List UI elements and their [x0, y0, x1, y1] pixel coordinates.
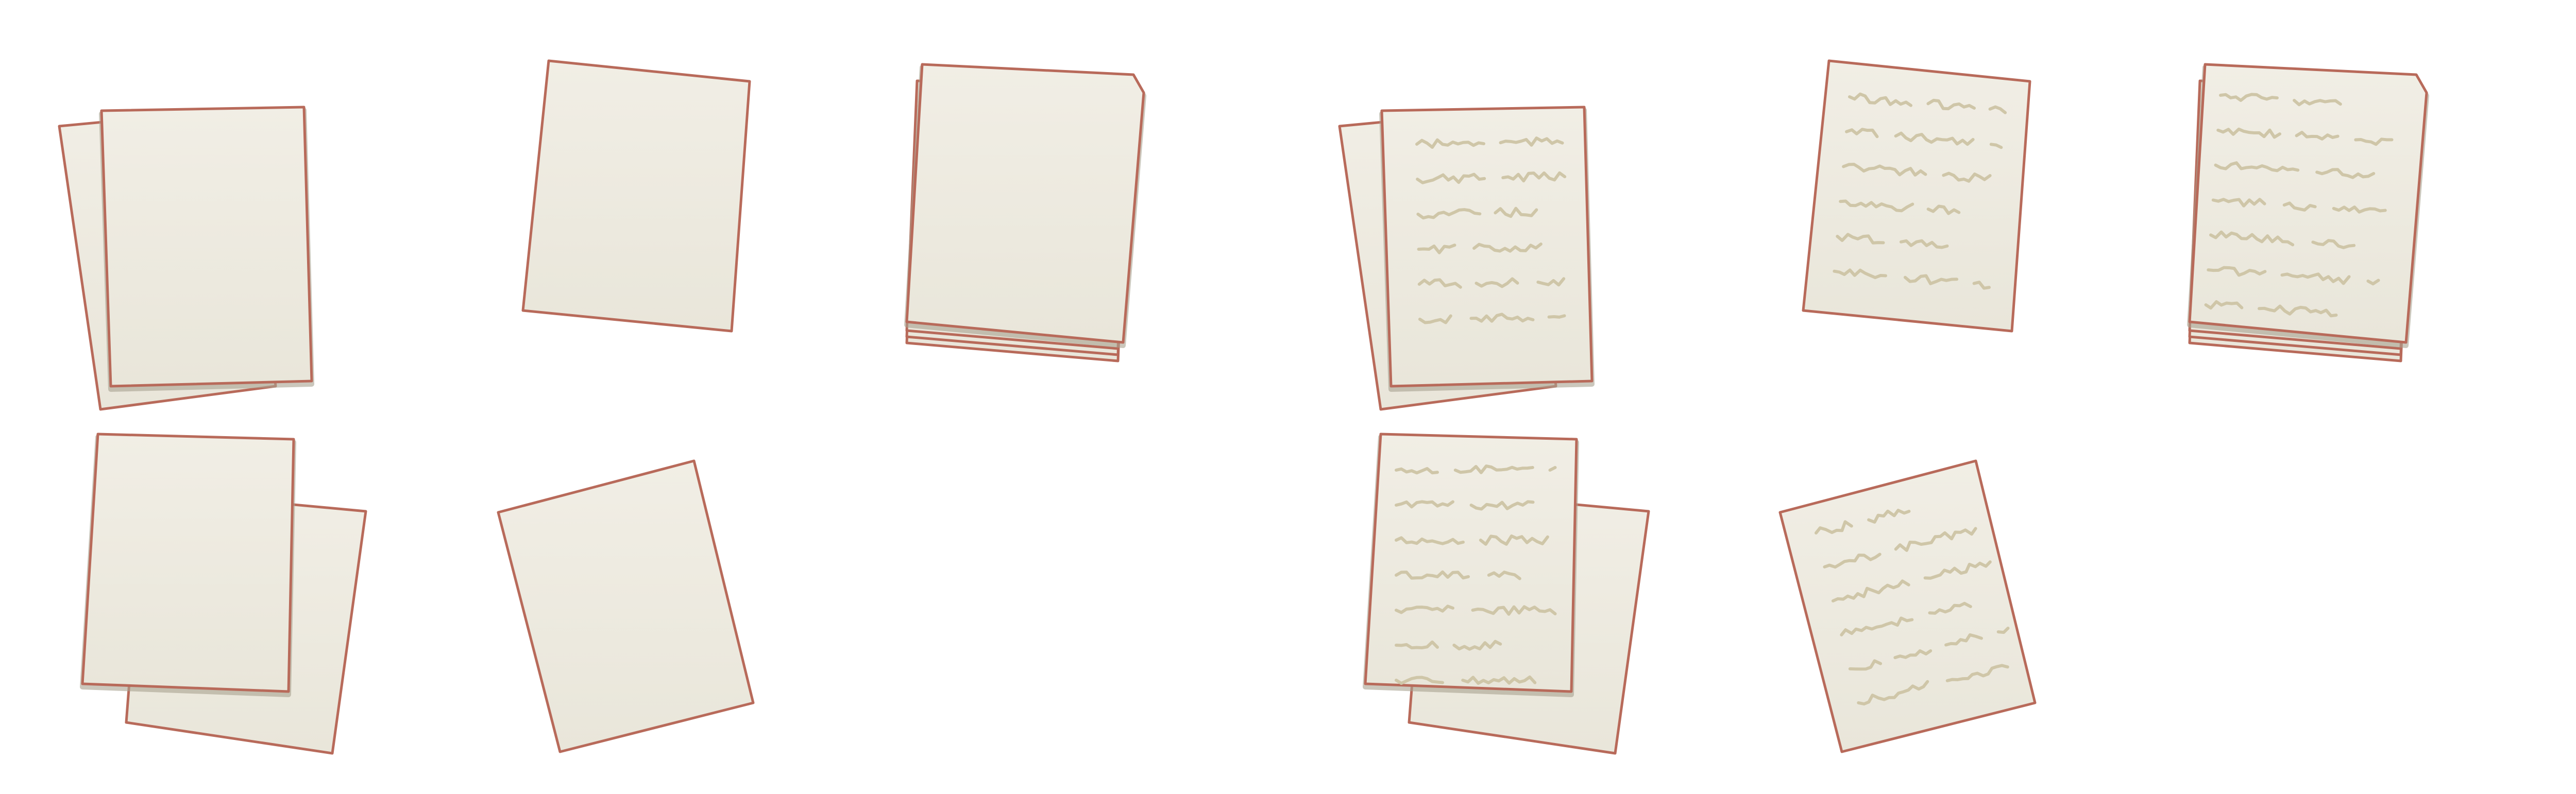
stacked-papers-blank-icon — [58, 106, 314, 411]
paper-stack-written-icon — [2187, 63, 2429, 363]
top-sheet — [2188, 63, 2428, 344]
single-paper-blank-icon — [521, 59, 751, 333]
paper-stack-blank-icon — [904, 63, 1146, 363]
front-sheet — [81, 433, 295, 693]
front-sheet — [100, 106, 313, 388]
overlapping-papers-written-icon — [1363, 433, 1650, 755]
stacked-papers-written-icon — [1338, 106, 1595, 411]
sheet — [521, 59, 751, 333]
overlapping-papers-blank-icon — [80, 433, 367, 755]
scribble-word — [1547, 314, 1566, 319]
icons-layer — [58, 59, 2429, 755]
rotated-paper-written-icon — [1778, 459, 2037, 753]
rotated-paper-blank-icon — [497, 459, 755, 753]
paper-icons-canvas — [58, 59, 2429, 755]
sheet — [1778, 459, 2037, 753]
top-sheet — [905, 63, 1145, 344]
front-sheet — [1364, 433, 1578, 693]
sheet — [1802, 59, 2031, 333]
single-paper-written-icon — [1802, 59, 2031, 333]
sheet — [497, 459, 755, 753]
